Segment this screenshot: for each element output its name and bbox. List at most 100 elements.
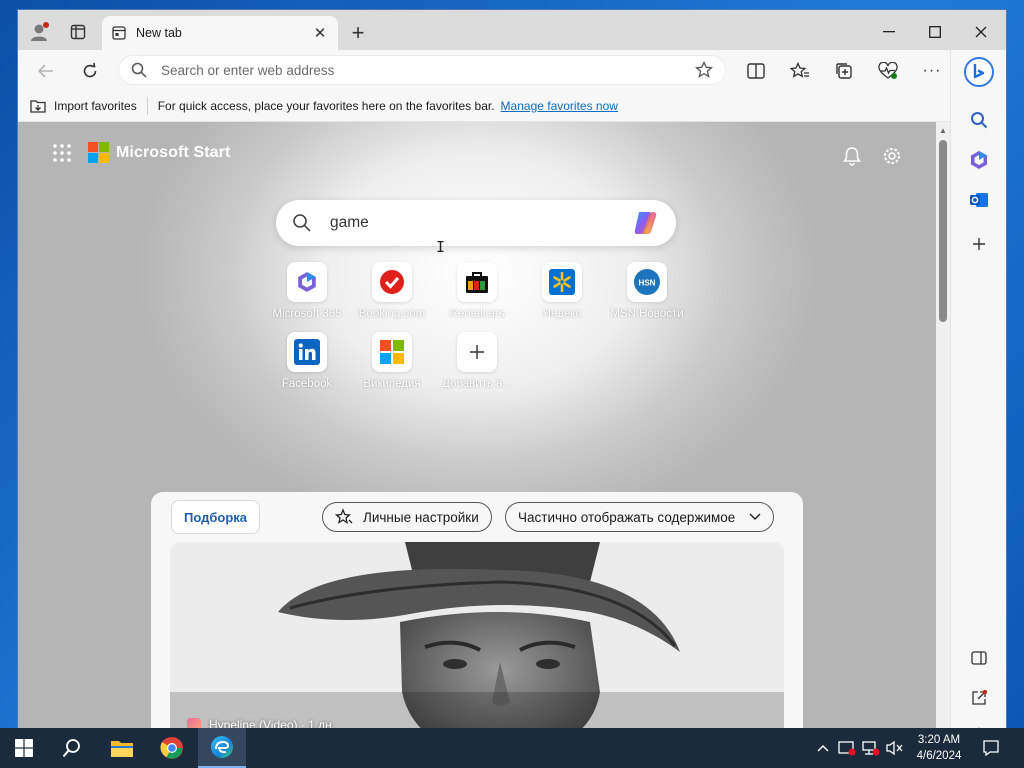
hypeline-icon <box>187 718 201 728</box>
clock-time: 3:20 AM <box>917 734 961 746</box>
maximize-icon <box>929 26 941 38</box>
start-button[interactable] <box>0 728 48 768</box>
taskbar-file-explorer[interactable] <box>98 728 146 768</box>
quick-link-label: Booking.com <box>358 308 426 320</box>
quick-link-rentalcars[interactable]: Rentalcars <box>435 262 519 320</box>
scrollbar-thumb[interactable] <box>939 140 947 322</box>
profile-button[interactable] <box>26 18 54 46</box>
address-placeholder: Search or enter web address <box>161 62 335 78</box>
tab-featured[interactable]: Подборка <box>171 500 261 534</box>
action-center-icon[interactable] <box>982 739 1000 757</box>
personalize-button[interactable]: Личные настройки <box>322 502 492 532</box>
app-launcher-icon[interactable] <box>52 143 72 163</box>
notifications-button[interactable] <box>840 144 864 168</box>
page-scrollbar[interactable]: ▲ <box>936 122 950 728</box>
quick-link-label: Добавить в... <box>442 378 512 390</box>
quick-link-tile <box>372 332 412 372</box>
hero-article-card[interactable]: Hypeline (Video) · 1 дн. 10 Best Western… <box>170 542 784 728</box>
sidebar-outlook-button[interactable] <box>965 186 993 214</box>
minimize-icon <box>883 31 895 33</box>
text-cursor-icon: I <box>436 238 446 256</box>
sidebar-search-button[interactable] <box>965 106 993 134</box>
page-settings-button[interactable] <box>880 144 904 168</box>
start-header: Microsoft Start <box>52 142 230 164</box>
hero-article-source: Hypeline (Video) · 1 дн. <box>187 718 335 728</box>
taskbar-edge[interactable] <box>198 728 246 768</box>
new-tab-button[interactable]: + <box>346 22 370 46</box>
navigation-toolbar: Search or enter web address ··· <box>18 50 1006 90</box>
import-favorites-button[interactable]: Import favorites <box>30 99 137 113</box>
quick-link-tile <box>542 262 582 302</box>
microsoft-logo-icon <box>88 142 109 163</box>
new-tab-page-icon <box>112 26 126 40</box>
open-external-button[interactable] <box>965 684 993 712</box>
back-button[interactable] <box>32 58 60 84</box>
volume-muted-icon[interactable] <box>886 739 904 757</box>
browser-window: New tab ✕ + Search or enter web address … <box>18 10 1006 728</box>
content-visibility-dropdown[interactable]: Частично отображать содержимое <box>505 502 775 532</box>
system-clock[interactable]: 3:20 AM 4/6/2024 <box>908 732 970 764</box>
tab-strip: New tab ✕ + <box>18 10 1006 50</box>
quick-link-add[interactable]: Добавить в... <box>435 332 519 390</box>
taskbar-search-button[interactable] <box>48 728 96 768</box>
heart-pulse-icon <box>878 62 898 79</box>
tray-app-alert-icon[interactable] <box>838 739 856 757</box>
search-icon <box>62 739 80 758</box>
folder-import-icon <box>30 99 46 113</box>
quick-link-wikipedia[interactable]: Википедия <box>350 332 434 390</box>
minimize-button[interactable] <box>866 18 912 46</box>
walmart-icon <box>549 269 575 295</box>
arrow-left-icon <box>37 64 53 78</box>
web-search-box[interactable]: game <box>276 200 676 246</box>
network-icon[interactable] <box>862 739 880 757</box>
scroll-up-arrow-icon[interactable]: ▲ <box>939 126 947 135</box>
manage-favorites-link[interactable]: Manage favorites now <box>501 99 618 113</box>
quick-link-label: Facebook <box>281 378 333 390</box>
hero-source-label: Hypeline (Video) · 1 дн. <box>209 718 336 728</box>
quick-link-label: Яндекс <box>542 308 582 320</box>
copilot-button[interactable] <box>961 54 997 90</box>
edge-icon <box>211 736 233 758</box>
booking-icon <box>380 270 404 294</box>
quick-link-tile <box>287 332 327 372</box>
sidebar-add-button[interactable] <box>965 230 993 258</box>
quick-link-yandex[interactable]: Яндекс <box>520 262 604 320</box>
collections-button[interactable] <box>830 58 858 84</box>
tab-close-icon[interactable]: ✕ <box>312 24 328 42</box>
refresh-button[interactable] <box>76 58 104 84</box>
msn-icon: HSN <box>634 269 660 295</box>
windows-taskbar: 3:20 AM 4/6/2024 <box>0 728 1024 768</box>
copilot-icon[interactable] <box>630 208 660 238</box>
sidebar-settings-button[interactable] <box>965 720 993 728</box>
star-icon[interactable] <box>695 61 713 79</box>
quick-link-facebook[interactable]: Facebook <box>265 332 349 390</box>
outlook-icon <box>970 193 988 207</box>
address-bar[interactable]: Search or enter web address <box>118 55 726 85</box>
rentalcars-icon <box>466 272 488 293</box>
quick-link-booking[interactable]: Booking.com <box>350 262 434 320</box>
hero-article-image <box>170 542 784 728</box>
start-title: Microsoft Start <box>116 144 231 161</box>
split-screen-button[interactable] <box>742 58 770 84</box>
open-external-icon <box>972 690 987 705</box>
maximize-button[interactable] <box>912 18 958 46</box>
taskbar-chrome[interactable] <box>148 728 196 768</box>
quick-link-msn-news[interactable]: HSN MSN Новости <box>605 262 689 320</box>
close-window-button[interactable] <box>958 18 1004 46</box>
search-icon <box>971 112 988 129</box>
sidebar-m365-button[interactable] <box>965 146 993 174</box>
tray-overflow-chevron-icon[interactable] <box>814 739 832 757</box>
refresh-icon <box>83 62 97 78</box>
quick-link-tile <box>457 332 497 372</box>
favorites-button[interactable] <box>786 58 814 84</box>
tab-new-tab[interactable]: New tab ✕ <box>102 16 338 50</box>
tab-actions-button[interactable] <box>64 18 92 46</box>
settings-more-button[interactable]: ··· <box>918 58 946 84</box>
quick-link-tile: HSN <box>627 262 667 302</box>
hide-sidebar-button[interactable] <box>965 644 993 672</box>
plus-icon <box>973 238 985 250</box>
news-feed: Подборка Личные настройки Частично отобр… <box>151 492 803 728</box>
quick-link-microsoft365[interactable]: Microsoft 365 <box>265 262 349 320</box>
sparkle-star-icon <box>335 508 353 524</box>
browser-essentials-button[interactable] <box>874 58 902 84</box>
